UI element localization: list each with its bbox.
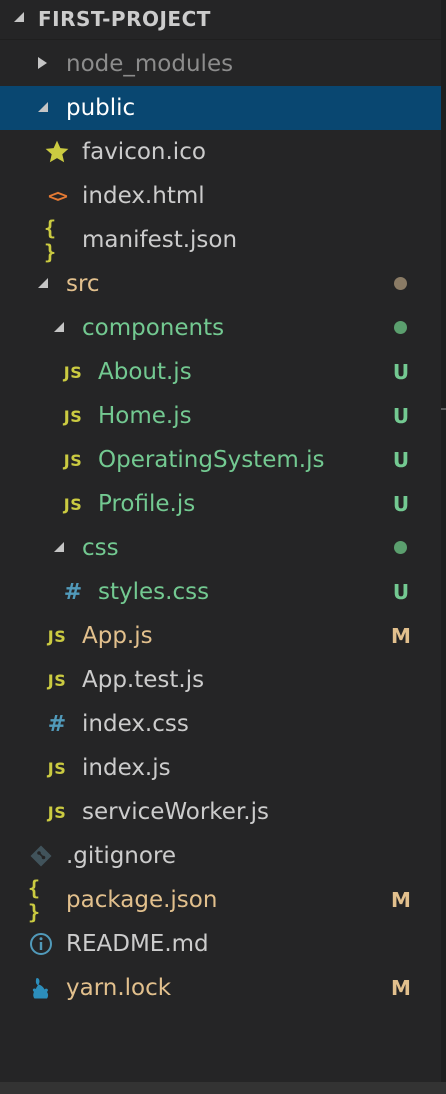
tree-item-about-js[interactable]: JS About.js U bbox=[0, 350, 441, 394]
tree-item-label: public bbox=[66, 95, 136, 121]
tree-item-readme-md[interactable]: README.md bbox=[0, 922, 441, 966]
git-status-badge: M bbox=[391, 976, 411, 1000]
git-status-badge: M bbox=[391, 624, 411, 648]
tree-item-app-js[interactable]: JS App.js M bbox=[0, 614, 441, 658]
tree-item-label: node_modules bbox=[66, 51, 234, 77]
git-status-badge: M bbox=[391, 888, 411, 912]
tree-item-label: favicon.ico bbox=[82, 139, 206, 165]
star-icon bbox=[44, 138, 70, 166]
tree-item-label: serviceWorker.js bbox=[82, 799, 269, 825]
html-icon: <> bbox=[48, 185, 68, 207]
javascript-icon: JS bbox=[47, 670, 67, 690]
tree-item-label: App.test.js bbox=[82, 667, 205, 693]
javascript-icon: JS bbox=[63, 494, 83, 514]
tree-item-profile-js[interactable]: JS Profile.js U bbox=[0, 482, 441, 526]
tree-item-index-html[interactable]: <> index.html bbox=[0, 174, 441, 218]
tree-item-label: manifest.json bbox=[82, 227, 238, 253]
tree-item-label: Profile.js bbox=[98, 491, 196, 517]
git-status-badge: U bbox=[392, 492, 410, 516]
scrollbar-track[interactable] bbox=[441, 0, 446, 1094]
yarn-icon bbox=[28, 974, 54, 1002]
chevron-down-icon[interactable] bbox=[38, 102, 48, 112]
git-status-badge: U bbox=[392, 580, 410, 604]
chevron-down-icon[interactable] bbox=[14, 12, 24, 22]
tree-item-label: components bbox=[82, 315, 225, 341]
tree-item-label: App.js bbox=[82, 623, 153, 649]
tree-item-label: OperatingSystem.js bbox=[98, 447, 325, 473]
javascript-icon: JS bbox=[47, 758, 67, 778]
tree-item-label: .gitignore bbox=[66, 843, 177, 869]
git-status-badge: U bbox=[392, 404, 410, 428]
tree-item-label: Home.js bbox=[98, 403, 192, 429]
tree-item-label: index.html bbox=[82, 183, 205, 209]
javascript-icon: JS bbox=[47, 626, 67, 646]
tree-item-components[interactable]: components bbox=[0, 306, 441, 350]
chevron-down-icon[interactable] bbox=[54, 542, 64, 552]
tree-item-label: yarn.lock bbox=[66, 975, 172, 1001]
tree-item-css-folder[interactable]: css bbox=[0, 526, 441, 570]
tree-item-label: css bbox=[82, 535, 119, 561]
chevron-right-icon[interactable] bbox=[38, 57, 47, 69]
javascript-icon: JS bbox=[47, 802, 67, 822]
tree-item-label: index.js bbox=[82, 755, 171, 781]
git-status-badge: U bbox=[392, 360, 410, 384]
tree-item-gitignore[interactable]: .gitignore bbox=[0, 834, 441, 878]
tree-item-serviceworker-js[interactable]: JS serviceWorker.js bbox=[0, 790, 441, 834]
git-untracked-dot bbox=[394, 321, 407, 334]
explorer-section-header[interactable]: FIRST-PROJECT bbox=[0, 0, 441, 40]
chevron-down-icon[interactable] bbox=[38, 278, 48, 288]
project-title: FIRST-PROJECT bbox=[38, 7, 211, 31]
git-untracked-dot bbox=[394, 541, 407, 554]
tree-item-label: package.json bbox=[66, 887, 218, 913]
tree-item-index-css[interactable]: # index.css bbox=[0, 702, 441, 746]
tree-item-label: README.md bbox=[66, 931, 209, 957]
tree-item-public[interactable]: public bbox=[0, 86, 441, 130]
tree-item-src[interactable]: src bbox=[0, 262, 441, 306]
tree-item-operatingsystem-js[interactable]: JS OperatingSystem.js U bbox=[0, 438, 441, 482]
tree-item-node-modules[interactable]: node_modules bbox=[0, 42, 441, 86]
tree-item-label: index.css bbox=[82, 711, 189, 737]
javascript-icon: JS bbox=[63, 406, 83, 426]
tree-item-yarn-lock[interactable]: yarn.lock M bbox=[0, 966, 441, 1010]
tree-item-manifest-json[interactable]: { } manifest.json bbox=[0, 216, 441, 264]
tree-item-home-js[interactable]: JS Home.js U bbox=[0, 394, 441, 438]
tree-item-favicon[interactable]: favicon.ico bbox=[0, 130, 441, 174]
file-explorer: FIRST-PROJECT node_modules public favico… bbox=[0, 0, 441, 1094]
javascript-icon: JS bbox=[63, 450, 83, 470]
scrollbar-thumb[interactable] bbox=[441, 408, 446, 410]
chevron-down-icon[interactable] bbox=[54, 322, 64, 332]
panel-divider[interactable] bbox=[0, 1082, 446, 1094]
info-icon bbox=[28, 930, 54, 958]
tree-item-app-test-js[interactable]: JS App.test.js bbox=[0, 658, 441, 702]
tree-item-styles-css[interactable]: # styles.css U bbox=[0, 570, 441, 614]
tree-item-label: src bbox=[66, 271, 100, 297]
json-icon: { } bbox=[44, 216, 57, 264]
tree-item-label: styles.css bbox=[98, 579, 210, 605]
css-icon: # bbox=[63, 579, 83, 605]
file-tree: node_modules public favicon.ico <> index… bbox=[0, 42, 441, 1010]
javascript-icon: JS bbox=[63, 362, 83, 382]
tree-item-label: About.js bbox=[98, 359, 192, 385]
json-icon: { } bbox=[28, 876, 41, 924]
tree-item-package-json[interactable]: { } package.json M bbox=[0, 876, 441, 924]
css-icon: # bbox=[47, 711, 67, 737]
tree-item-index-js[interactable]: JS index.js bbox=[0, 746, 441, 790]
git-modified-dot bbox=[394, 277, 407, 290]
git-status-badge: U bbox=[392, 448, 410, 472]
git-icon bbox=[28, 842, 54, 870]
